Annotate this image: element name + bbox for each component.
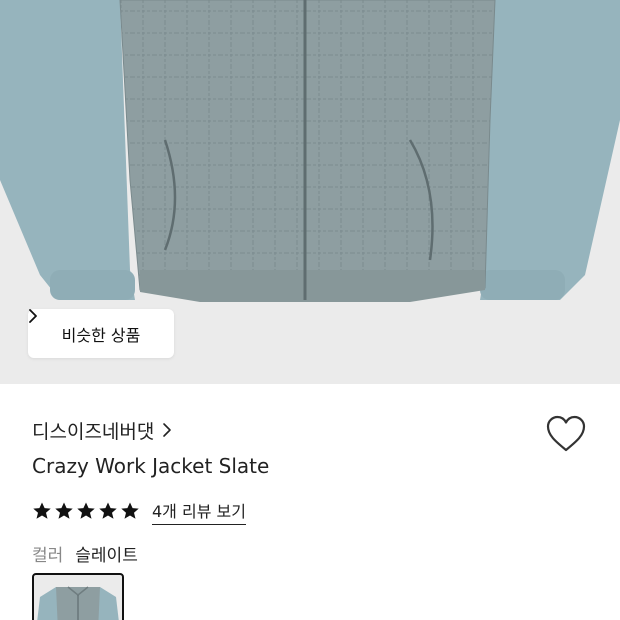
similar-products-button[interactable]: 비슷한 상품 xyxy=(28,309,174,358)
product-title: Crazy Work Jacket Slate xyxy=(32,454,270,478)
color-label: 컬러 xyxy=(32,545,64,566)
similar-products-label: 비슷한 상품 xyxy=(61,325,141,345)
color-value: 슬레이트 xyxy=(75,545,138,566)
color-swatch-selected[interactable] xyxy=(32,573,124,620)
star-icon xyxy=(33,502,51,519)
star-icon xyxy=(55,502,73,519)
color-row: 컬러 슬레이트 xyxy=(32,541,138,566)
star-icon xyxy=(77,502,95,519)
jacket-thumbnail xyxy=(37,586,119,620)
rating-stars xyxy=(32,501,140,521)
chevron-right-icon xyxy=(29,309,37,323)
review-link[interactable]: 4개 리뷰 보기 xyxy=(152,498,246,525)
chevron-right-icon xyxy=(163,423,172,437)
product-hero-image[interactable]: 비슷한 상품 xyxy=(0,0,620,384)
brand-link[interactable]: 디스이즈네버댓 xyxy=(32,416,172,444)
star-icon xyxy=(121,502,139,519)
brand-name: 디스이즈네버댓 xyxy=(32,420,155,443)
star-icon xyxy=(99,502,117,519)
rating-row: 4개 리뷰 보기 xyxy=(32,497,246,525)
heart-outline-icon[interactable] xyxy=(545,414,587,454)
